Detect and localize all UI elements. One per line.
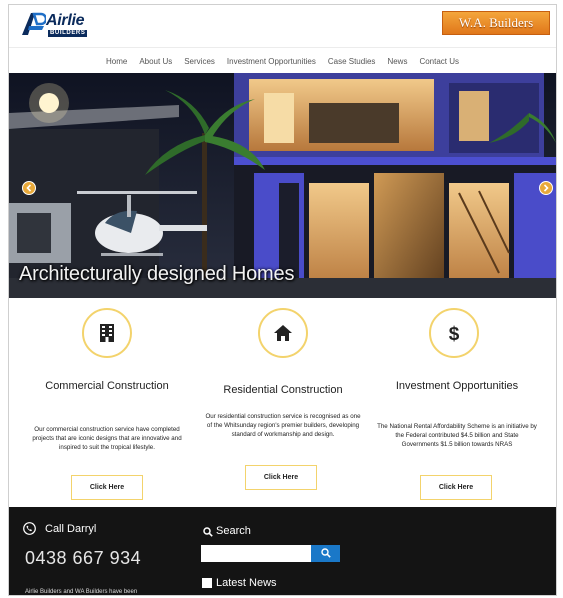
- search-heading: Search: [216, 525, 251, 537]
- footer: Call Darryl 0438 667 934 Airlie Builders…: [9, 507, 556, 595]
- nav-about-us[interactable]: About Us: [139, 57, 172, 66]
- phone-icon: [23, 522, 36, 535]
- nav-home[interactable]: Home: [106, 57, 127, 66]
- nav-case-studies[interactable]: Case Studies: [328, 57, 376, 66]
- call-label: Call Darryl: [45, 523, 97, 535]
- chevron-left-icon: [26, 184, 32, 192]
- slider-next-button[interactable]: [539, 181, 553, 195]
- building-icon: [100, 324, 114, 342]
- nav-investment-opportunities[interactable]: Investment Opportunities: [227, 57, 316, 66]
- latest-news-heading: Latest News: [216, 577, 277, 589]
- logo-mark-icon: [22, 12, 46, 35]
- search-icon: [203, 527, 213, 537]
- hero-caption: Architecturally designed Homes: [19, 263, 295, 285]
- footer-about-text: Airlie Builders and WA Builders have bee…: [25, 589, 138, 595]
- phone-number[interactable]: 0438 667 934: [25, 548, 141, 569]
- service-description: Our commercial construction service have…: [32, 426, 182, 451]
- service-description: The National Rental Affordability Scheme…: [377, 423, 537, 448]
- header: Airlie BUILDERS W.A. Builders: [9, 5, 556, 43]
- logo-subtitle: BUILDERS: [48, 30, 88, 37]
- service-title: Residential Construction: [223, 384, 343, 396]
- service-description: Our residential construction service is …: [205, 413, 361, 438]
- investment-click-here-button[interactable]: Click Here: [420, 475, 492, 500]
- nav-services[interactable]: Services: [184, 57, 215, 66]
- airlie-builders-logo[interactable]: Airlie BUILDERS: [20, 11, 104, 37]
- slider-prev-button[interactable]: [22, 181, 36, 195]
- svg-text:$: $: [449, 324, 460, 343]
- nav-contact-us[interactable]: Contact Us: [419, 57, 459, 66]
- home-icon: [274, 325, 292, 341]
- wa-builders-button[interactable]: W.A. Builders: [442, 11, 550, 35]
- residential-click-here-button[interactable]: Click Here: [245, 465, 317, 490]
- search-input[interactable]: [201, 545, 311, 562]
- service-title: Commercial Construction: [45, 380, 169, 392]
- search-button[interactable]: [311, 545, 340, 562]
- search-icon: [321, 548, 331, 558]
- nav-news[interactable]: News: [387, 57, 407, 66]
- commercial-click-here-button[interactable]: Click Here: [71, 475, 143, 500]
- logo-name: Airlie: [46, 12, 85, 29]
- service-icon-circle: [82, 308, 132, 358]
- chevron-right-icon: [543, 184, 549, 192]
- page: Airlie BUILDERS W.A. Builders Home About…: [8, 4, 557, 596]
- main-nav: Home About Us Services Investment Opport…: [9, 47, 556, 74]
- service-icon-circle: [258, 308, 308, 358]
- service-title: Investment Opportunities: [395, 380, 519, 392]
- dollar-icon: $: [449, 324, 460, 343]
- news-icon: [202, 578, 212, 588]
- hero-slider: Architecturally designed Homes: [9, 73, 556, 298]
- service-icon-circle: $: [429, 308, 479, 358]
